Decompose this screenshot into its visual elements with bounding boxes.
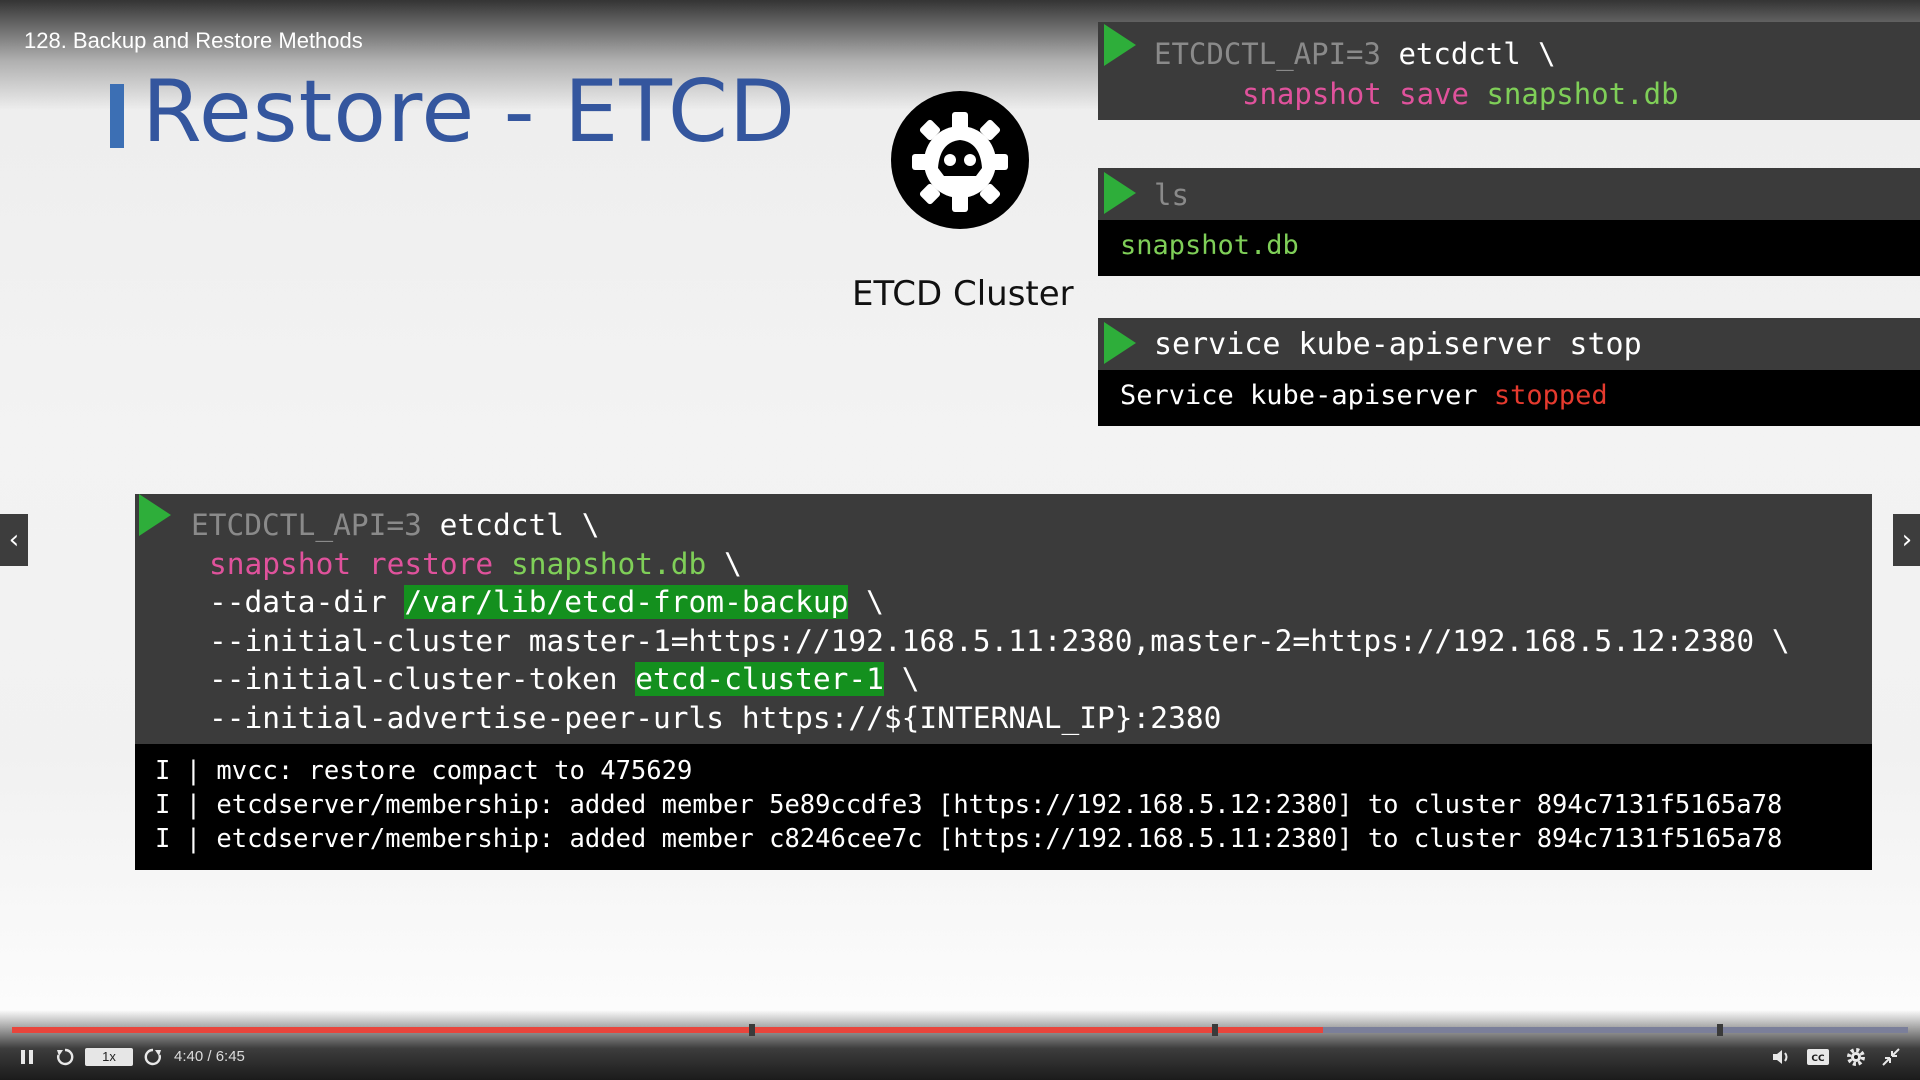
pause-icon[interactable]	[18, 1048, 36, 1066]
next-slide-button[interactable]: ›	[1893, 514, 1920, 566]
cluster-token-flag: --initial-cluster-token	[209, 662, 618, 696]
video-player-controls	[0, 1010, 1920, 1080]
command-name: etcdctl	[439, 508, 564, 542]
output-line: I | etcdserver/membership: added member …	[155, 790, 1783, 820]
snapshot-file: snapshot.db	[1486, 77, 1679, 111]
line-continuation: \	[866, 585, 884, 619]
command-text: ls	[1154, 178, 1189, 212]
slide-title: Restore - ETCD	[142, 62, 797, 162]
snapshot-file: snapshot.db	[510, 546, 707, 581]
etcd-cluster-label: ETCD Cluster	[852, 274, 1074, 314]
command-text: service kube-apiserver stop	[1154, 327, 1642, 362]
output-text: snapshot.db	[1120, 230, 1299, 261]
command-name: etcdctl	[1398, 37, 1521, 71]
progress-bar[interactable]	[12, 1024, 1908, 1036]
chapter-marker	[1717, 1024, 1724, 1036]
playback-speed-button[interactable]: 1x	[85, 1048, 133, 1066]
output-line: I | mvcc: restore compact to 475629	[155, 756, 693, 786]
previous-slide-button[interactable]: ‹	[0, 514, 28, 566]
line-continuation: \	[581, 508, 600, 542]
terminal-output-block: I | mvcc: restore compact to 475629 I | …	[135, 744, 1872, 870]
data-dir-value: /var/lib/etcd-from-backup	[404, 585, 849, 619]
rewind-icon[interactable]	[54, 1046, 76, 1068]
env-var: ETCDCTL_API=3	[191, 508, 422, 542]
play-prompt-icon	[1104, 322, 1136, 364]
title-accent-bar	[110, 84, 124, 148]
terminal-command-block: service kube-apiserver stop	[1098, 318, 1920, 370]
initial-cluster-line: --initial-cluster master-1=https://192.1…	[209, 623, 1790, 658]
svg-text:CC: CC	[1811, 1054, 1825, 1064]
settings-icon[interactable]	[1844, 1045, 1868, 1069]
forward-icon[interactable]	[142, 1046, 164, 1068]
subcommand-action: restore	[368, 546, 494, 581]
line-continuation: \	[901, 662, 920, 696]
subcommand-action: save	[1399, 77, 1469, 111]
terminal-command-block: ls	[1098, 168, 1920, 220]
line-continuation: \	[1538, 37, 1556, 71]
terminal-service-stop: service kube-apiserver stop Service kube…	[1098, 318, 1920, 426]
terminal-snapshot-restore: ETCDCTL_API=3 etcdctl \ snapshot restore…	[135, 494, 1872, 870]
etcd-logo-icon	[891, 91, 1029, 229]
env-var: ETCDCTL_API=3	[1154, 37, 1381, 71]
data-dir-flag: --data-dir	[209, 585, 387, 619]
peer-urls-line: --initial-advertise-peer-urls https://${…	[209, 700, 1222, 735]
terminal-command-block: ETCDCTL_API=3 etcdctl \ snapshot save sn…	[1098, 22, 1920, 120]
chapter-marker	[1212, 1024, 1218, 1036]
output-status: stopped	[1493, 380, 1608, 411]
line-continuation: \	[724, 546, 742, 581]
time-display: 4:40 / 6:45	[174, 1048, 245, 1065]
output-line: I | etcdserver/membership: added member …	[155, 824, 1783, 854]
play-prompt-icon	[1104, 172, 1136, 214]
cluster-token-value: etcd-cluster-1	[635, 662, 884, 696]
output-prefix: Service kube-apiserver	[1120, 380, 1478, 411]
progress-played	[12, 1027, 1323, 1033]
subcommand: snapshot	[1242, 77, 1382, 111]
chapter-marker	[749, 1024, 756, 1036]
volume-icon[interactable]	[1770, 1046, 1792, 1068]
subcommand: snapshot	[209, 546, 352, 581]
terminal-command-block: ETCDCTL_API=3 etcdctl \ snapshot restore…	[135, 494, 1872, 744]
terminal-output-block: snapshot.db	[1098, 220, 1920, 276]
fullscreen-exit-icon[interactable]	[1880, 1046, 1902, 1068]
play-prompt-icon	[139, 494, 171, 536]
captions-icon[interactable]: CC	[1806, 1046, 1830, 1068]
terminal-output-block: Service kube-apiserver stopped	[1098, 370, 1920, 426]
terminal-snapshot-save: ETCDCTL_API=3 etcdctl \ snapshot save sn…	[1098, 22, 1920, 120]
terminal-ls: ls snapshot.db	[1098, 168, 1920, 276]
play-prompt-icon	[1104, 24, 1136, 66]
lecture-title: 128. Backup and Restore Methods	[24, 28, 363, 53]
